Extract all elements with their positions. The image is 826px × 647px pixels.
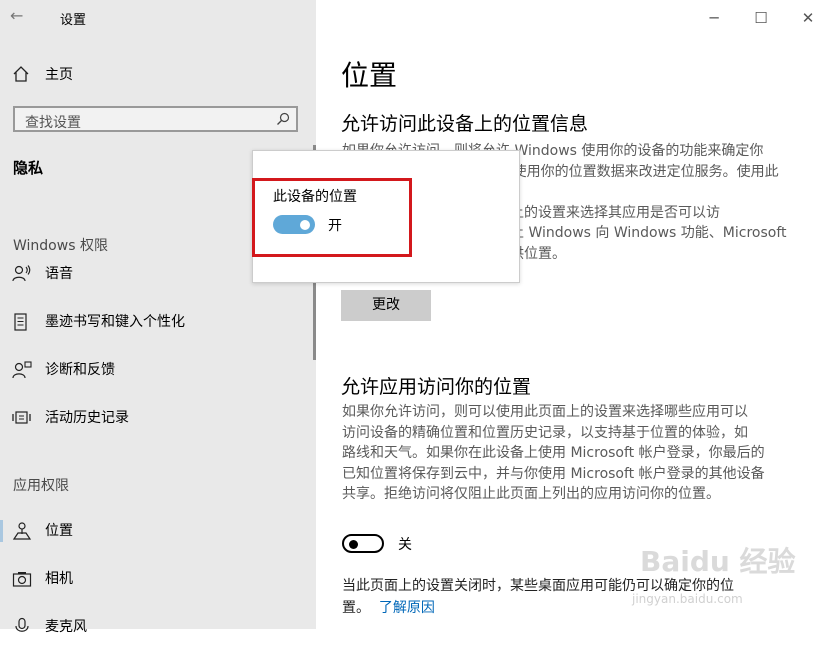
sidebar: ← 设置 主页 查找设置 隐私 Windows 权限 语音 墨迹书写和键入个性化…	[0, 0, 316, 635]
activity-icon	[12, 408, 32, 428]
footer-text-end: 置。	[342, 600, 370, 616]
text-line: 已知位置将保存到云中，并与你使用 Microsoft 帐户登录的其他设备	[342, 465, 765, 482]
window-title: 设置	[60, 13, 87, 28]
page-title: 位置	[341, 59, 398, 92]
sidebar-item-activity[interactable]: 活动历史记录	[0, 398, 316, 438]
sidebar-item-label: 活动历史记录	[45, 410, 129, 426]
text-line: 路线和天气。如果你在此设备上使用 Microsoft 帐户登录，你最后的	[342, 445, 765, 461]
sidebar-item-label: 麦克风	[45, 619, 87, 635]
sidebar-item-label: 墨迹书写和键入个性化	[45, 314, 185, 330]
section1-title: 允许访问此设备上的位置信息	[341, 113, 589, 135]
home-icon	[12, 65, 32, 85]
text-line: 如果你允许访问，则可以使用此页面上的设置来选择哪些应用可以	[342, 404, 748, 420]
watermark-logo: Baidu 经验	[640, 545, 796, 578]
windows-permissions-header: Windows 权限	[13, 238, 108, 254]
sidebar-item-location[interactable]: 位置	[0, 511, 316, 551]
category-title: 隐私	[13, 159, 44, 177]
watermark-url: jingyan.baidu.com	[632, 592, 743, 606]
text-line: 共享。拒绝访问将仅阻止此页面上列出的应用访问你的位置。	[342, 486, 720, 502]
speech-icon	[12, 264, 32, 284]
sidebar-item-label: 语音	[45, 266, 73, 282]
section2-title: 允许应用访问你的位置	[341, 376, 532, 398]
change-button[interactable]: 更改	[341, 290, 431, 321]
microphone-icon	[12, 617, 32, 637]
app-location-toggle[interactable]	[342, 534, 384, 553]
search-icon[interactable]	[276, 112, 290, 126]
section2-description: 如果你允许访问，则可以使用此页面上的设置来选择哪些应用可以 访问设备的精确位置和…	[342, 402, 792, 505]
sidebar-item-inking[interactable]: 墨迹书写和键入个性化	[0, 302, 316, 342]
location-icon	[12, 521, 32, 541]
inking-icon	[12, 312, 32, 332]
camera-icon	[12, 569, 32, 589]
sidebar-item-label: 主页	[45, 67, 73, 83]
toggle-knob	[349, 539, 358, 549]
feedback-icon	[12, 360, 32, 380]
sidebar-item-home[interactable]: 主页	[0, 55, 316, 95]
sidebar-item-label: 位置	[45, 523, 73, 539]
search-placeholder: 查找设置	[25, 115, 81, 131]
sidebar-item-label: 诊断和反馈	[45, 362, 115, 378]
sidebar-item-microphone[interactable]: 麦克风	[0, 607, 316, 647]
sidebar-item-label: 相机	[45, 571, 73, 587]
search-input[interactable]: 查找设置	[13, 106, 298, 132]
sidebar-item-camera[interactable]: 相机	[0, 559, 316, 599]
learn-more-link[interactable]: 了解原因	[379, 600, 435, 616]
back-button[interactable]: ←	[10, 6, 34, 28]
close-button[interactable]: ✕	[793, 6, 823, 30]
highlight-box	[252, 178, 412, 257]
text-line: 访问设备的精确位置和位置历史记录，以支持基于位置的体验，如	[342, 424, 748, 441]
minimize-button[interactable]: ─	[699, 6, 729, 30]
sidebar-item-diagnostics[interactable]: 诊断和反馈	[0, 350, 316, 390]
app-permissions-header: 应用权限	[13, 478, 69, 494]
maximize-button[interactable]: ☐	[746, 6, 776, 30]
app-location-toggle-label: 关	[398, 537, 412, 553]
